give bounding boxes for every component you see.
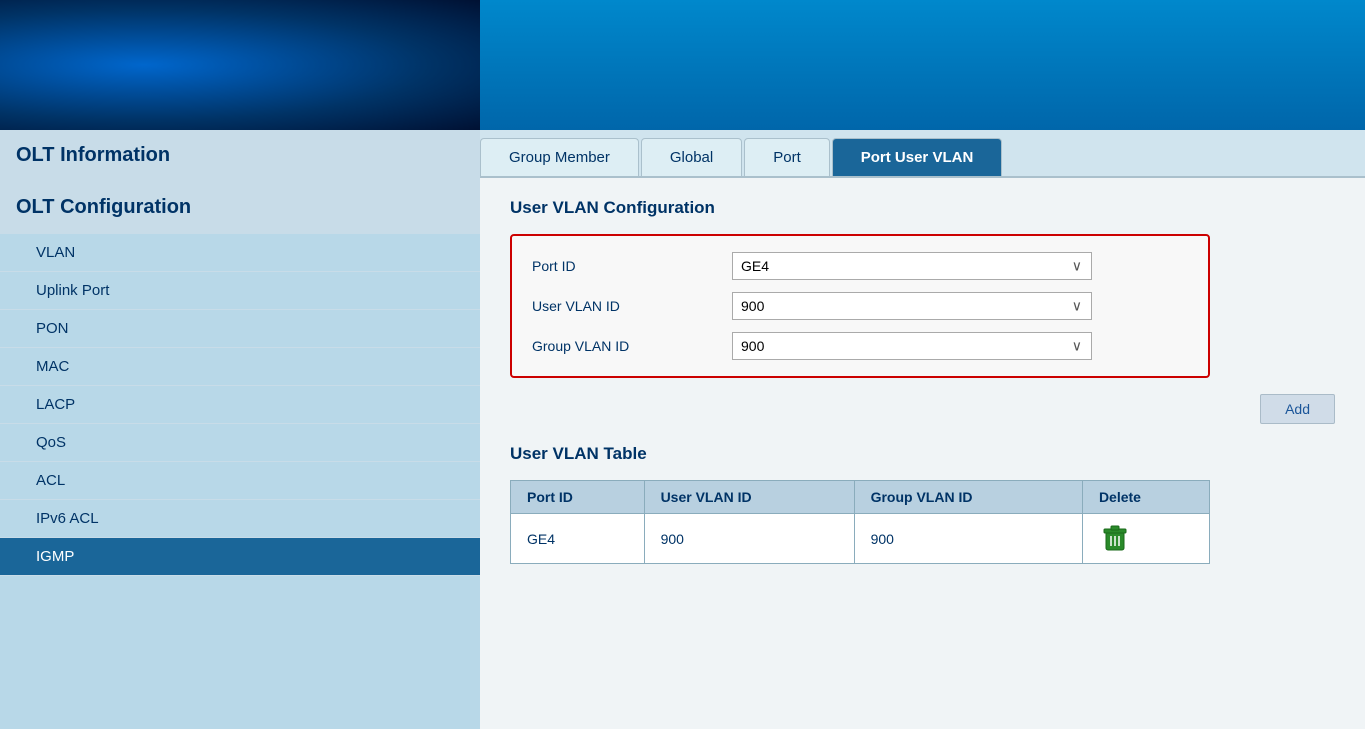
sidebar-item-mac[interactable]: MAC	[0, 348, 480, 386]
sidebar-item-uplink-port[interactable]: Uplink Port	[0, 272, 480, 310]
table-section-title: User VLAN Table	[510, 444, 1335, 464]
cell-user-vlan-id: 900	[644, 514, 854, 564]
delete-button[interactable]	[1099, 522, 1131, 554]
tab-port[interactable]: Port	[744, 138, 830, 176]
banner-right	[480, 0, 1365, 130]
user-vlan-id-row: User VLAN ID 900	[532, 292, 1188, 320]
top-banner	[0, 0, 1365, 130]
port-id-label: Port ID	[532, 258, 732, 274]
sidebar-item-olt-information[interactable]: OLT Information	[0, 130, 480, 182]
add-button-row: Add	[510, 394, 1335, 424]
sidebar-item-acl[interactable]: ACL	[0, 462, 480, 500]
cell-delete	[1082, 514, 1209, 564]
vlan-table: Port ID User VLAN ID Group VLAN ID Delet…	[510, 480, 1210, 564]
sidebar: OLT Information OLT Configuration VLAN U…	[0, 130, 480, 729]
group-vlan-id-select-wrapper: 900	[732, 332, 1092, 360]
sidebar-item-igmp[interactable]: IGMP	[0, 538, 480, 576]
tab-global[interactable]: Global	[641, 138, 742, 176]
trash-icon	[1101, 524, 1129, 552]
group-vlan-id-label: Group VLAN ID	[532, 338, 732, 354]
col-header-port-id: Port ID	[511, 481, 645, 514]
table-row: GE4 900 900	[511, 514, 1210, 564]
sidebar-item-olt-configuration[interactable]: OLT Configuration	[0, 182, 480, 234]
main-layout: OLT Information OLT Configuration VLAN U…	[0, 130, 1365, 729]
sidebar-item-lacp[interactable]: LACP	[0, 386, 480, 424]
sidebar-item-qos[interactable]: QoS	[0, 424, 480, 462]
port-id-select[interactable]: GE4 GE1 GE2 GE3	[732, 252, 1092, 280]
sidebar-item-pon[interactable]: PON	[0, 310, 480, 348]
sidebar-item-vlan[interactable]: VLAN	[0, 234, 480, 272]
tab-port-user-vlan[interactable]: Port User VLAN	[832, 138, 1003, 176]
col-header-user-vlan-id: User VLAN ID	[644, 481, 854, 514]
add-button[interactable]: Add	[1260, 394, 1335, 424]
content-area: Group Member Global Port Port User VLAN …	[480, 130, 1365, 729]
tab-group-member[interactable]: Group Member	[480, 138, 639, 176]
globe-graphic	[0, 0, 480, 130]
user-vlan-id-label: User VLAN ID	[532, 298, 732, 314]
content-body: User VLAN Configuration Port ID GE4 GE1 …	[480, 178, 1365, 729]
cell-port-id: GE4	[511, 514, 645, 564]
user-vlan-id-select-wrapper: 900	[732, 292, 1092, 320]
col-header-group-vlan-id: Group VLAN ID	[854, 481, 1082, 514]
port-id-row: Port ID GE4 GE1 GE2 GE3	[532, 252, 1188, 280]
port-id-select-wrapper: GE4 GE1 GE2 GE3	[732, 252, 1092, 280]
config-section-title: User VLAN Configuration	[510, 198, 1335, 218]
group-vlan-id-select[interactable]: 900	[732, 332, 1092, 360]
config-box: Port ID GE4 GE1 GE2 GE3 User VLAN ID	[510, 234, 1210, 378]
cell-group-vlan-id: 900	[854, 514, 1082, 564]
tabs-bar: Group Member Global Port Port User VLAN	[480, 130, 1365, 178]
col-header-delete: Delete	[1082, 481, 1209, 514]
sidebar-item-ipv6-acl[interactable]: IPv6 ACL	[0, 500, 480, 538]
group-vlan-id-row: Group VLAN ID 900	[532, 332, 1188, 360]
user-vlan-id-select[interactable]: 900	[732, 292, 1092, 320]
banner-left	[0, 0, 480, 130]
